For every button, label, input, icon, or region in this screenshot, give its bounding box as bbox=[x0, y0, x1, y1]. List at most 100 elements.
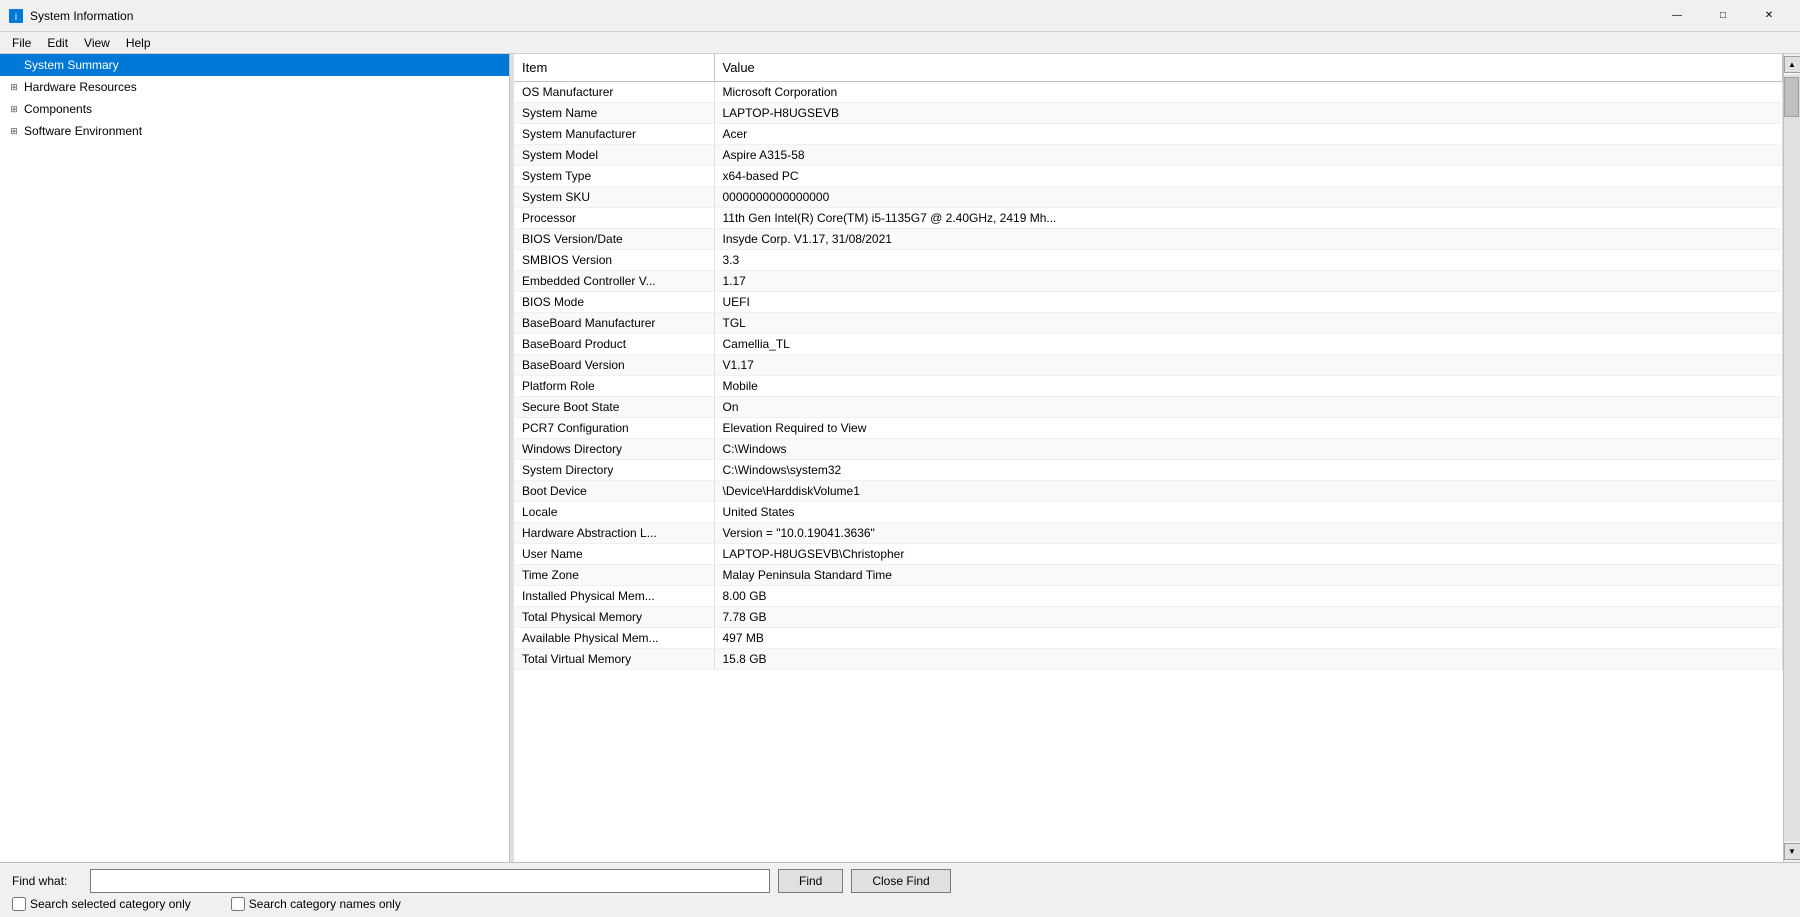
sidebar-label-components: Components bbox=[24, 102, 92, 116]
find-input[interactable] bbox=[90, 869, 770, 893]
table-cell-item: System Directory bbox=[514, 460, 714, 481]
sidebar-item-hardware-resources[interactable]: ⊞ Hardware Resources bbox=[0, 76, 509, 98]
table-cell-value: Aspire A315-58 bbox=[714, 145, 1783, 166]
menu-view[interactable]: View bbox=[76, 34, 118, 52]
search-selected-category-input[interactable] bbox=[12, 897, 26, 911]
table-row: PCR7 ConfigurationElevation Required to … bbox=[514, 418, 1783, 439]
table-cell-value: UEFI bbox=[714, 292, 1783, 313]
table-cell-value: On bbox=[714, 397, 1783, 418]
expander-system-summary bbox=[6, 57, 22, 73]
info-table: Item Value OS ManufacturerMicrosoft Corp… bbox=[514, 54, 1783, 670]
table-cell-item: Locale bbox=[514, 502, 714, 523]
table-cell-item: Time Zone bbox=[514, 565, 714, 586]
close-find-button[interactable]: Close Find bbox=[851, 869, 950, 893]
maximize-button[interactable]: □ bbox=[1700, 0, 1746, 32]
menu-file[interactable]: File bbox=[4, 34, 39, 52]
table-cell-value: 8.00 GB bbox=[714, 586, 1783, 607]
table-cell-value: Microsoft Corporation bbox=[714, 82, 1783, 103]
table-cell-item: System Model bbox=[514, 145, 714, 166]
table-cell-item: System Manufacturer bbox=[514, 124, 714, 145]
table-cell-value: Mobile bbox=[714, 376, 1783, 397]
titlebar: i System Information — □ ✕ bbox=[0, 0, 1800, 32]
window-controls: — □ ✕ bbox=[1654, 0, 1792, 32]
sidebar-item-components[interactable]: ⊞ Components bbox=[0, 98, 509, 120]
table-row: System Typex64-based PC bbox=[514, 166, 1783, 187]
table-row: System DirectoryC:\Windows\system32 bbox=[514, 460, 1783, 481]
table-cell-item: BaseBoard Manufacturer bbox=[514, 313, 714, 334]
table-cell-item: BaseBoard Version bbox=[514, 355, 714, 376]
vertical-scrollbar[interactable]: ▲ ▼ bbox=[1783, 54, 1800, 862]
scroll-down-arrow[interactable]: ▼ bbox=[1784, 843, 1800, 860]
table-cell-item: BIOS Mode bbox=[514, 292, 714, 313]
table-row: BaseBoard VersionV1.17 bbox=[514, 355, 1783, 376]
sidebar-item-software-environment[interactable]: ⊞ Software Environment bbox=[0, 120, 509, 142]
table-cell-item: Available Physical Mem... bbox=[514, 628, 714, 649]
table-panel[interactable]: Item Value OS ManufacturerMicrosoft Corp… bbox=[514, 54, 1783, 862]
sidebar-label-software-environment: Software Environment bbox=[24, 124, 142, 138]
column-header-item: Item bbox=[514, 54, 714, 82]
table-cell-value: United States bbox=[714, 502, 1783, 523]
search-selected-category-checkbox[interactable]: Search selected category only bbox=[12, 897, 191, 911]
table-cell-item: Total Virtual Memory bbox=[514, 649, 714, 670]
table-row: BIOS ModeUEFI bbox=[514, 292, 1783, 313]
table-row: Boot Device\Device\HarddiskVolume1 bbox=[514, 481, 1783, 502]
expander-software-environment: ⊞ bbox=[6, 123, 22, 139]
search-category-names-input[interactable] bbox=[231, 897, 245, 911]
table-row: BaseBoard ProductCamellia_TL bbox=[514, 334, 1783, 355]
table-row: System NameLAPTOP-H8UGSEVB bbox=[514, 103, 1783, 124]
table-cell-item: BIOS Version/Date bbox=[514, 229, 714, 250]
table-row: Windows DirectoryC:\Windows bbox=[514, 439, 1783, 460]
window-title: System Information bbox=[30, 9, 1654, 23]
table-cell-item: Total Physical Memory bbox=[514, 607, 714, 628]
table-cell-value: LAPTOP-H8UGSEVB bbox=[714, 103, 1783, 124]
menubar: File Edit View Help bbox=[0, 32, 1800, 54]
app-icon: i bbox=[8, 8, 24, 24]
sidebar-label-hardware-resources: Hardware Resources bbox=[24, 80, 137, 94]
menu-edit[interactable]: Edit bbox=[39, 34, 76, 52]
minimize-button[interactable]: — bbox=[1654, 0, 1700, 32]
table-cell-value: 7.78 GB bbox=[714, 607, 1783, 628]
table-cell-value: LAPTOP-H8UGSEVB\Christopher bbox=[714, 544, 1783, 565]
scroll-up-arrow[interactable]: ▲ bbox=[1784, 56, 1800, 73]
tree-panel: System Summary ⊞ Hardware Resources ⊞ Co… bbox=[0, 54, 510, 862]
table-cell-value: 3.3 bbox=[714, 250, 1783, 271]
table-cell-item: OS Manufacturer bbox=[514, 82, 714, 103]
table-cell-item: Platform Role bbox=[514, 376, 714, 397]
expander-components: ⊞ bbox=[6, 101, 22, 117]
table-row: System ManufacturerAcer bbox=[514, 124, 1783, 145]
table-row: OS ManufacturerMicrosoft Corporation bbox=[514, 82, 1783, 103]
table-cell-value: Elevation Required to View bbox=[714, 418, 1783, 439]
table-cell-value: TGL bbox=[714, 313, 1783, 334]
find-label: Find what: bbox=[12, 874, 82, 888]
close-button[interactable]: ✕ bbox=[1746, 0, 1792, 32]
table-cell-item: SMBIOS Version bbox=[514, 250, 714, 271]
expander-hardware-resources: ⊞ bbox=[6, 79, 22, 95]
table-cell-value: V1.17 bbox=[714, 355, 1783, 376]
table-cell-item: Secure Boot State bbox=[514, 397, 714, 418]
table-cell-item: User Name bbox=[514, 544, 714, 565]
table-cell-item: System Name bbox=[514, 103, 714, 124]
table-cell-item: System Type bbox=[514, 166, 714, 187]
table-row: BIOS Version/DateInsyde Corp. V1.17, 31/… bbox=[514, 229, 1783, 250]
table-cell-value: Insyde Corp. V1.17, 31/08/2021 bbox=[714, 229, 1783, 250]
table-cell-value: \Device\HarddiskVolume1 bbox=[714, 481, 1783, 502]
table-cell-value: x64-based PC bbox=[714, 166, 1783, 187]
table-row: Hardware Abstraction L...Version = "10.0… bbox=[514, 523, 1783, 544]
table-cell-value: Acer bbox=[714, 124, 1783, 145]
table-row: User NameLAPTOP-H8UGSEVB\Christopher bbox=[514, 544, 1783, 565]
find-button[interactable]: Find bbox=[778, 869, 843, 893]
table-cell-item: Installed Physical Mem... bbox=[514, 586, 714, 607]
table-cell-value: Version = "10.0.19041.3636" bbox=[714, 523, 1783, 544]
table-cell-item: Windows Directory bbox=[514, 439, 714, 460]
table-row: Installed Physical Mem...8.00 GB bbox=[514, 586, 1783, 607]
search-category-names-checkbox[interactable]: Search category names only bbox=[231, 897, 401, 911]
svg-text:i: i bbox=[15, 12, 17, 23]
table-row: Processor11th Gen Intel(R) Core(TM) i5-1… bbox=[514, 208, 1783, 229]
menu-help[interactable]: Help bbox=[118, 34, 159, 52]
table-row: SMBIOS Version3.3 bbox=[514, 250, 1783, 271]
search-selected-category-label: Search selected category only bbox=[30, 897, 191, 911]
sidebar-item-system-summary[interactable]: System Summary bbox=[0, 54, 509, 76]
table-row: Available Physical Mem...497 MB bbox=[514, 628, 1783, 649]
find-bar: Find what: Find Close Find Search select… bbox=[0, 862, 1800, 917]
search-category-names-label: Search category names only bbox=[249, 897, 401, 911]
